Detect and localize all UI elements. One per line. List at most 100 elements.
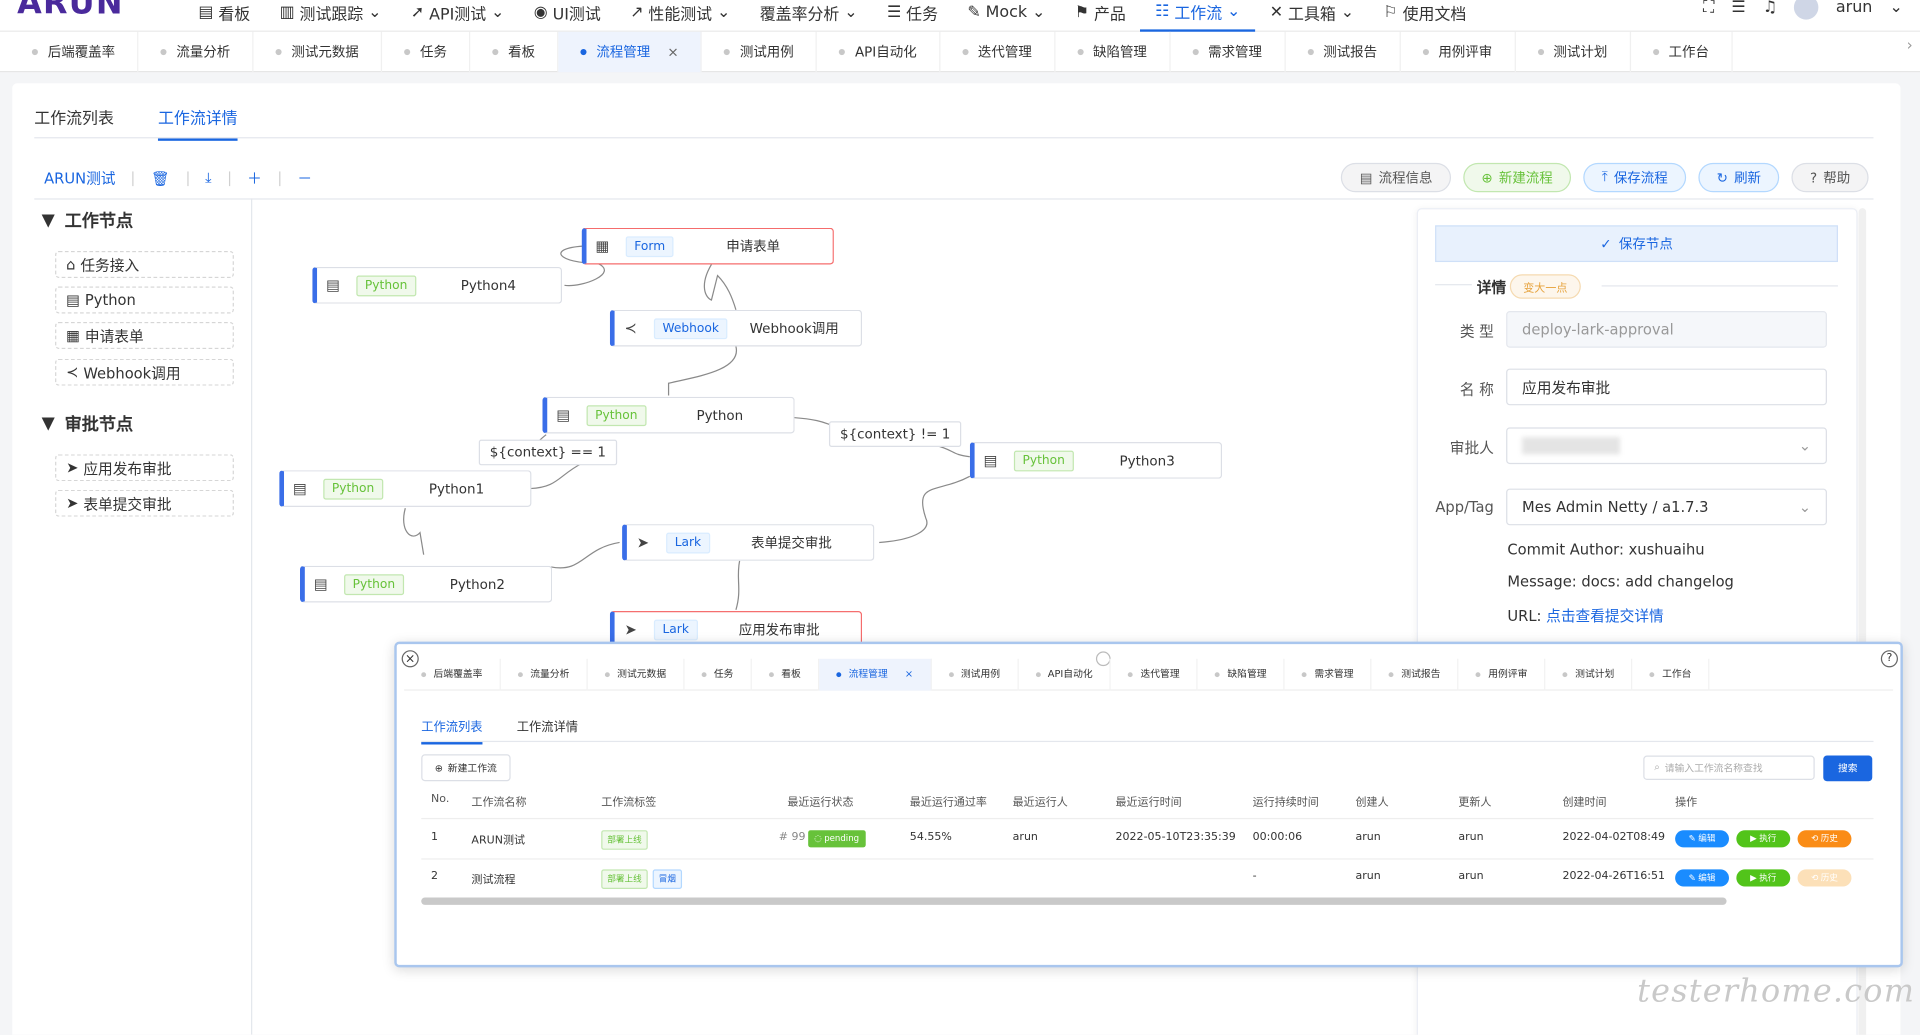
tab-task[interactable]: 任务 [684,658,752,691]
close-icon[interactable]: × [905,669,913,680]
menu-icon[interactable]: ☰ [1731,0,1745,17]
bell-icon[interactable]: ♫ [1763,0,1777,17]
subtab-detail[interactable]: 工作流详情 [157,105,238,141]
cell-run-no[interactable]: # 99 [779,831,806,843]
nav-ui-test[interactable]: ◉ UI测试 [519,0,615,32]
nav-coverage[interactable]: 覆盖率分析 ⌄ [745,0,872,32]
badge-bigger[interactable]: 变大一点 [1509,274,1581,299]
cell-name[interactable]: ARUN测试 [471,831,525,847]
palette-app-release-approval[interactable]: ➤ 应用发布审批 [55,454,234,482]
horizontal-scrollbar[interactable] [421,897,1727,905]
tab-flow-management[interactable]: 流程管理 × [558,31,702,72]
avatar[interactable] [1794,0,1819,20]
cell-name[interactable]: 测试流程 [471,871,515,886]
new-flow-button[interactable]: ⊕ 新建流程 [1463,162,1572,193]
chevron-down-icon[interactable]: ⌄ [1890,0,1903,17]
tab-metadata[interactable]: 测试元数据 [588,658,685,691]
edit-button[interactable]: ✎ 编辑 [1675,830,1729,848]
flow-info-button[interactable]: ▤ 流程信息 [1341,162,1451,193]
condition-neq-label[interactable]: ${context} != 1 [828,421,962,447]
flow-name[interactable]: ARUN测试 [44,168,115,189]
nav-test-tracking[interactable]: ▥ 测试跟踪 ⌄ [265,0,396,32]
tab-iteration[interactable]: 迭代管理 [940,31,1056,72]
flow-node-form[interactable]: ▦ Form 申请表单 [581,227,834,265]
apptag-select[interactable]: Mes Admin Netty / a1.7.3 ⌄ [1506,488,1827,526]
nav-task[interactable]: ☰ 任务 [872,0,952,32]
tab-iteration[interactable]: 迭代管理 [1111,658,1199,691]
zoom-out-icon[interactable]: － [297,168,312,189]
nav-api-test[interactable]: ➚ API测试 ⌄ [396,0,519,32]
edit-button[interactable]: ✎ 编辑 [1675,869,1729,887]
tab-traffic[interactable]: 流量分析 [138,31,254,72]
tab-report[interactable]: 测试报告 [1285,31,1401,72]
help-button[interactable]: ? 帮助 [1791,162,1869,193]
download-icon[interactable]: ⤓ [205,169,212,187]
flow-node-webhook[interactable]: ≺ Webhook Webhook调用 [609,309,863,347]
tab-backend-coverage[interactable]: 后端覆盖率 [404,658,501,691]
save-flow-button[interactable]: ⤒ 保存流程 [1583,162,1687,193]
approver-select[interactable]: ⌄ [1506,427,1827,465]
tab-board[interactable]: 看板 [470,31,559,72]
flow-node-python4[interactable]: ▤ Python Python4 [312,266,563,304]
new-workflow-button[interactable]: ⊕ 新建工作流 [421,754,511,782]
refresh-button[interactable]: ↻ 刷新 [1698,162,1780,193]
subtab-list[interactable]: 工作流列表 [34,105,114,141]
run-button[interactable]: ▶ 执行 [1736,830,1791,848]
username[interactable]: arun [1836,0,1872,17]
palette-python[interactable]: ▤ Python [55,286,234,314]
chevron-right-icon[interactable]: › [1907,37,1913,54]
tab-metadata[interactable]: 测试元数据 [253,31,383,72]
nav-docs[interactable]: ⚐ 使用文档 [1369,0,1481,32]
tab-requirement[interactable]: 需求管理 [1170,31,1286,72]
trash-icon[interactable]: 🗑 [151,170,170,187]
palette-webhook[interactable]: ≺ Webhook调用 [55,358,234,386]
save-node-button[interactable]: ✓ 保存节点 [1435,225,1838,263]
flow-node-lark-form-submit[interactable]: ➤ Lark 表单提交审批 [622,524,875,561]
flow-node-python2[interactable]: ▤ Python Python2 [300,565,553,603]
tab-flow-management[interactable]: 流程管理 × [819,658,932,691]
nav-mock[interactable]: ✎ Mock ⌄ [953,0,1060,32]
tab-defect[interactable]: 缺陷管理 [1055,31,1171,72]
tab-backend-coverage[interactable]: 后端覆盖率 [10,31,139,72]
tab-test-case[interactable]: 测试用例 [931,658,1019,691]
history-button[interactable]: ⟲ 历史 [1797,830,1852,848]
name-field[interactable]: 应用发布审批 [1506,368,1827,406]
commit-detail-link[interactable]: 点击查看提交详情 [1546,607,1664,624]
tab-test-case[interactable]: 测试用例 [702,31,818,72]
tab-task[interactable]: 任务 [382,31,471,72]
tab-workbench[interactable]: 工作台 [1633,658,1710,691]
tab-review[interactable]: 用例评审 [1400,31,1516,72]
palette-form-submit-approval[interactable]: ➤ 表单提交审批 [55,489,234,517]
close-icon[interactable]: × [667,43,678,59]
nav-dashboard[interactable]: ▤ 看板 [184,0,265,32]
tab-review[interactable]: 用例评审 [1459,658,1546,691]
tab-requirement[interactable]: 需求管理 [1285,658,1372,691]
logo[interactable]: ARUN [17,0,124,22]
flow-node-python[interactable]: ▤ Python Python [542,396,795,434]
nav-workflow[interactable]: ☷ 工作流 ⌄ [1140,0,1256,32]
palette-task-access[interactable]: ⌂ 任务接入 [55,251,234,278]
tab-api-auto[interactable]: API自动化 [1018,658,1112,691]
nav-toolbox[interactable]: ✕ 工具箱 ⌄ [1255,0,1369,32]
palette-form[interactable]: ▦ 申请表单 [55,322,234,349]
flow-node-python3[interactable]: ▤ Python Python3 [969,442,1223,479]
run-button[interactable]: ▶ 执行 [1736,869,1791,887]
nav-performance[interactable]: ↗ 性能测试 ⌄ [615,0,745,32]
flow-node-python1[interactable]: ▤ Python Python1 [279,470,532,507]
approval-nodes-header[interactable]: ▼ 审批节点 [42,411,134,435]
condition-eq-label[interactable]: ${context} == 1 [478,439,618,466]
tab-report[interactable]: 测试报告 [1372,658,1459,691]
tab-board[interactable]: 看板 [752,658,820,691]
nav-product[interactable]: ⚑ 产品 [1060,0,1140,32]
fullscreen-icon[interactable]: ⛶ [1703,0,1714,17]
tab-plan[interactable]: 测试计划 [1546,658,1633,691]
tab-workbench[interactable]: 工作台 [1631,31,1733,72]
workflow-search-input[interactable]: ⌕ 请输入工作流名称查找 [1643,755,1815,781]
search-button[interactable]: 搜索 [1823,755,1873,782]
work-nodes-header[interactable]: ▼ 工作节点 [42,208,134,232]
tab-traffic[interactable]: 流量分析 [501,658,588,691]
zoom-in-icon[interactable]: ＋ [247,168,262,189]
tab-api-auto[interactable]: API自动化 [817,31,940,72]
tab-plan[interactable]: 测试计划 [1515,31,1631,72]
tab-defect[interactable]: 缺陷管理 [1198,658,1285,691]
